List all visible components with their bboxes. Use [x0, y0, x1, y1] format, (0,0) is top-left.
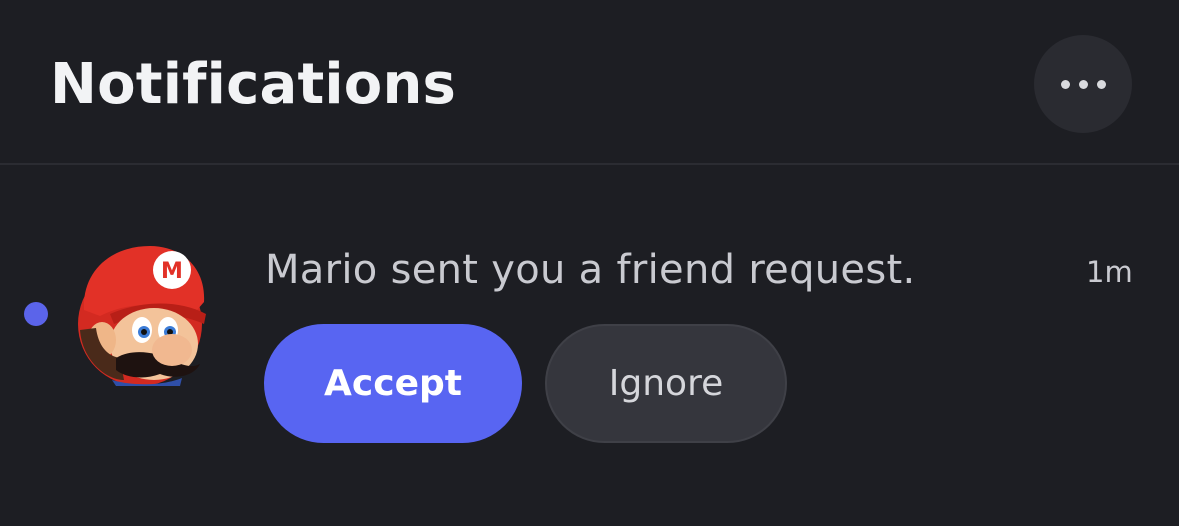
more-options-button[interactable]: [1034, 35, 1132, 133]
more-horizontal-icon: [1060, 79, 1070, 89]
ignore-button-label: Ignore: [608, 363, 724, 404]
svg-text:M: M: [161, 259, 183, 284]
unread-indicator: [24, 302, 48, 326]
notifications-header: Notifications: [0, 0, 1179, 165]
ignore-button[interactable]: Ignore: [545, 324, 787, 443]
page-title: Notifications: [50, 52, 457, 117]
notification-timestamp: 1m: [1086, 255, 1133, 289]
notification-message: Mario sent you a friend request.: [265, 247, 916, 293]
accept-button[interactable]: Accept: [264, 324, 522, 443]
mario-avatar: M: [78, 246, 206, 386]
accept-button-label: Accept: [324, 363, 462, 404]
